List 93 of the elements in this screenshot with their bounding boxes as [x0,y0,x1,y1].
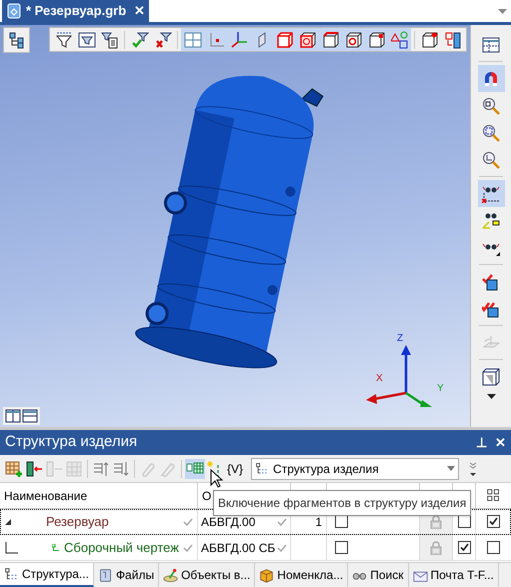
cube-icon [276,30,294,48]
tree-icon [255,462,270,476]
checkmark-icon [460,543,468,552]
checkmark-icon [183,544,193,552]
table-layout-icon [482,36,500,54]
structure-cubes-icon [8,31,26,49]
fragments-table-button[interactable] [185,458,205,478]
checkmark-icon [277,518,287,526]
view-select[interactable]: Структура изделия [251,458,460,480]
filter-list-icon [100,30,118,48]
document-icon [6,3,22,19]
magnet-button[interactable] [478,65,504,92]
checkbox[interactable] [487,541,500,554]
grid-icon [184,30,202,48]
bottom-tab[interactable]: Объекты в... [159,563,256,587]
insert-arrow-button[interactable] [24,458,44,478]
cube-circle-button[interactable] [296,28,319,51]
lock-icon [430,540,442,554]
glasses-measure-icon [482,184,500,202]
cube-edge-icon [322,30,340,48]
tree-line-icon [4,542,18,554]
scroll-down-icon[interactable] [486,394,496,399]
axes-icon [230,30,248,48]
zoom-out-icon [482,150,500,168]
tooltip: Включение фрагментов в структуру изделия [213,490,472,516]
tree-icon [4,566,19,582]
cube-view-icon [482,368,500,386]
table-cross-icon [65,460,83,478]
check-cube-icon [482,272,500,290]
insert-arrow-icon [25,460,43,478]
panel-title: Структура изделия [5,432,138,452]
designation: АБВГД.00 СБ [201,540,276,556]
dropdown-arrow-icon[interactable] [498,9,507,14]
double-check-cube-icon [482,300,500,318]
designation: АБВГД.00 [201,514,256,530]
checkbox[interactable] [335,515,348,528]
overflow-icon[interactable] [469,460,478,476]
column-header[interactable]: Наименование [0,483,198,509]
move-down-icon [112,460,130,478]
glasses-measure-button[interactable] [478,180,504,207]
checkbox[interactable] [458,515,470,528]
checkbox[interactable] [458,541,470,554]
item-name: Резервуар [46,512,110,531]
bottom-tab[interactable]: Номенкла... [255,563,348,587]
bottom-tab[interactable]: Структура... [0,563,94,587]
filter-window-icon [78,30,96,48]
bottom-tab[interactable]: Поиск [348,563,408,587]
objects-icon [163,568,178,582]
remove-arrow-icon [45,460,63,478]
zoom-fit-icon [482,124,500,142]
axis-label: X [376,372,383,386]
move-up-icon [92,460,110,478]
filter-check-icon [130,30,148,48]
cube-diamond-icon [420,30,438,48]
pin-button[interactable]: ⊥ [476,432,487,452]
box-icon [259,568,274,582]
model-viewport[interactable]: X Y Z [0,25,470,427]
shapes-icon [390,30,408,48]
bottom-tab[interactable]: Файлы [94,563,160,587]
filter-icon [54,30,72,48]
cubes-arrow-icon [444,30,462,48]
checkbox[interactable] [487,515,500,528]
axis-label: Z [397,332,404,346]
checkmark-icon [277,544,287,552]
close-panel-button[interactable]: ✕ [495,432,506,452]
checkbox[interactable] [335,541,348,554]
quantity: 1 [315,514,322,530]
lock-icon [430,514,442,528]
document-title: * Резервуар.grb [26,2,126,20]
file-icon [98,568,113,582]
magnet-icon [482,70,500,88]
checkmark-icon [183,518,193,526]
document-tab[interactable]: * Резервуар.grb ✕ [2,0,150,22]
shapes-button[interactable] [388,28,411,51]
bottom-tab[interactable]: Почта T-F... [408,563,499,587]
table-add-button[interactable] [4,458,24,478]
cube-vertex-icon [368,30,386,48]
checkmark-icon [489,517,498,526]
close-tab-button[interactable]: ✕ [134,1,146,21]
split-vertical-icon[interactable] [5,409,21,423]
glasses-angle-icon [482,212,500,230]
grid-button[interactable] [181,28,204,51]
dropdown-arrow-icon [447,466,456,471]
drawing-link-icon [52,544,60,552]
filter-cross-icon [154,30,172,48]
zoom-icon [482,96,500,114]
cube-button[interactable] [273,28,296,51]
table-add-icon [5,460,23,478]
variables-button[interactable]: {V} [225,460,246,478]
axis-label: Y [437,382,444,396]
item-name: Сборочный чертеж [64,538,179,557]
structure-cubes-icon [486,488,501,503]
split-horizontal-icon[interactable] [22,409,38,423]
